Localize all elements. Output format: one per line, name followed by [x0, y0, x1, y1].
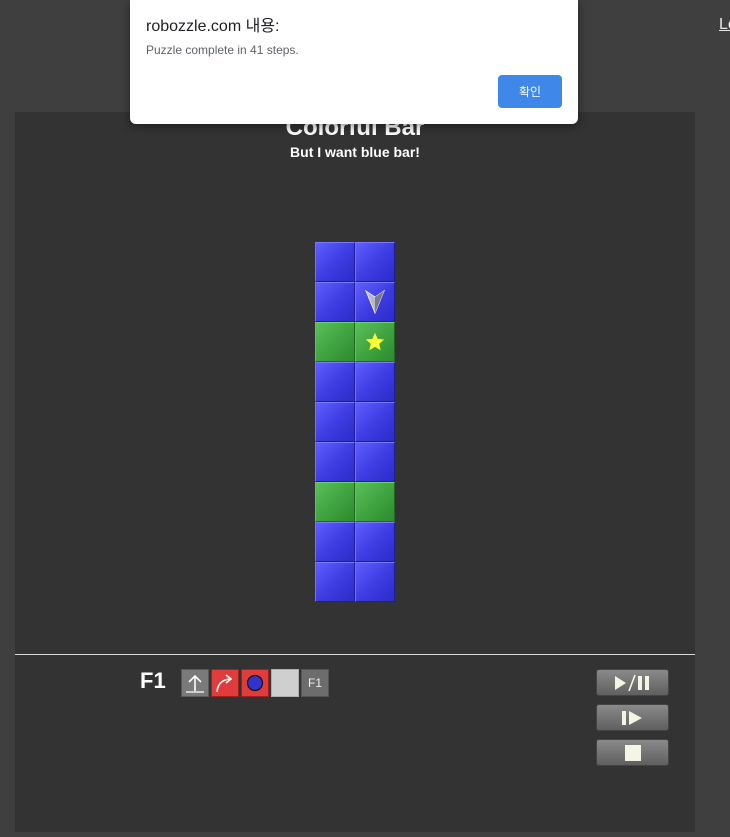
stop-icon — [624, 744, 641, 761]
step-button[interactable] — [596, 704, 669, 731]
board-cell-blue — [355, 522, 395, 562]
program-slot-forward[interactable] — [181, 669, 209, 697]
board-cell-green — [315, 322, 355, 362]
board-cell-blue — [315, 522, 355, 562]
board-cell-blue — [315, 282, 355, 322]
star-icon — [365, 332, 385, 351]
turn-right-icon — [216, 674, 233, 693]
board-cell-blue — [315, 442, 355, 482]
program-slot-empty[interactable] — [271, 669, 299, 697]
program-slot-call-f1[interactable]: F1 — [301, 669, 329, 697]
program-slot-paint-blue[interactable] — [241, 669, 269, 697]
board-cell-blue — [315, 362, 355, 402]
board-cell-blue — [355, 442, 395, 482]
dialog-title: robozzle.com 내용: — [146, 18, 280, 35]
play-pause-button[interactable] — [596, 669, 669, 696]
function-label-f1: F1 — [140, 668, 166, 693]
board-cell-blue — [355, 362, 395, 402]
top-right-link[interactable]: Lo — [719, 16, 730, 34]
stop-button[interactable] — [596, 739, 669, 766]
puzzle-board — [315, 242, 395, 602]
board-cell-green — [355, 482, 395, 522]
board-cell-blue — [355, 282, 395, 322]
puzzle-panel: Colorful Bar But I want blue bar! F1 F1 — [15, 112, 695, 832]
divider — [15, 654, 695, 655]
board-cell-blue — [355, 402, 395, 442]
step-icon — [621, 710, 642, 725]
board-cell-blue — [315, 562, 355, 602]
board-cell-blue — [315, 402, 355, 442]
program-slot-turn-right[interactable] — [211, 669, 239, 697]
play-pause-icon — [614, 674, 649, 691]
call-f1-label: F1 — [307, 676, 322, 690]
board-cell-green — [315, 482, 355, 522]
ok-button[interactable]: 확인 — [498, 75, 562, 108]
dialog-message: Puzzle complete in 41 steps. — [146, 43, 299, 57]
alert-dialog: robozzle.com 내용: Puzzle complete in 41 s… — [130, 0, 578, 124]
board-cell-green — [355, 322, 395, 362]
board-cell-blue — [355, 562, 395, 602]
board-cell-blue — [355, 242, 395, 282]
forward-arrow-icon — [186, 674, 204, 693]
puzzle-subtitle: But I want blue bar! — [290, 144, 420, 160]
board-cell-blue — [315, 242, 355, 282]
robot-arrow-icon — [364, 289, 386, 315]
paint-dot-icon — [246, 674, 264, 692]
